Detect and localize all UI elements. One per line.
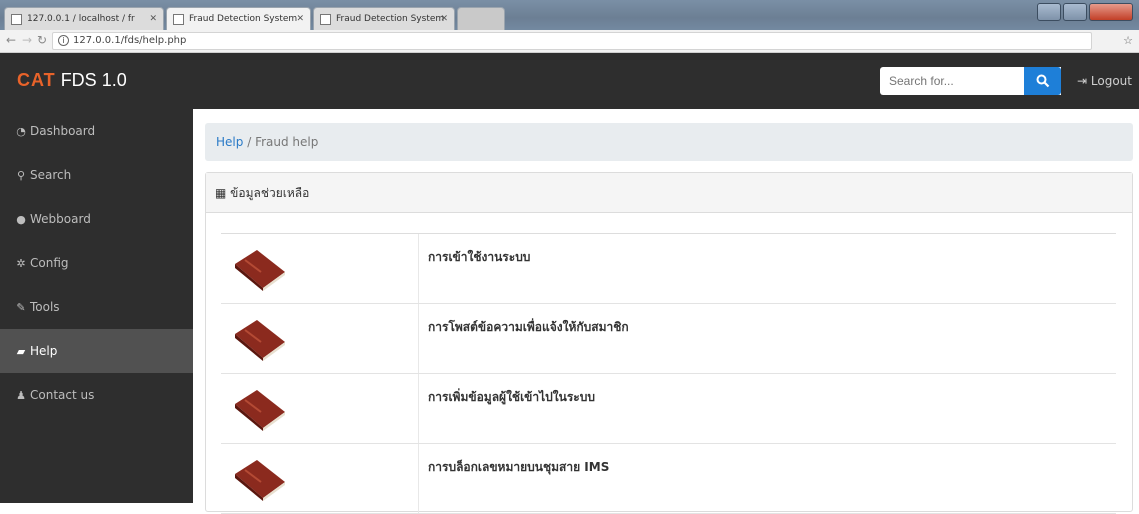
help-table: การเข้าใช้งานระบบ การโพสต์ข้อความเพื่อแจ… [221, 233, 1116, 514]
search-button[interactable] [1024, 67, 1061, 95]
search-icon [1036, 74, 1049, 88]
sidebar-item-label: Webboard [30, 212, 91, 226]
help-item-label[interactable]: การเพิ่มข้อมูลผู้ใช้เข้าไปในระบบ [428, 388, 595, 407]
book-icon [235, 390, 285, 431]
brand-logo: CAT [17, 70, 56, 90]
browser-tab-fds-active[interactable]: Fraud Detection System ✕ [166, 7, 311, 30]
brand-name: FDS 1.0 [60, 70, 127, 90]
tab-page-icon [320, 14, 331, 25]
tab-close-icon[interactable]: ✕ [440, 8, 448, 30]
sidebar-item-webboard[interactable]: ● Webboard [0, 197, 193, 241]
browser-tab-phpmyadmin[interactable]: 127.0.0.1 / localhost / fr ✕ [4, 7, 164, 30]
logout-label: Logout [1090, 74, 1132, 88]
browser-tab-fds[interactable]: Fraud Detection System ✕ [313, 7, 455, 30]
panel-title: ข้อมูลช่วยเหลือ [230, 186, 310, 200]
sidebar: ◔ Dashboard ⚲ Search ● Webboard ✲ Config ✎ To… [0, 109, 193, 503]
book-icon [235, 320, 285, 361]
sidebar-item-label: Tools [30, 300, 60, 314]
close-window-button[interactable] [1089, 3, 1133, 21]
sidebar-item-label: Dashboard [30, 124, 96, 138]
top-navbar: CAT FDS 1.0 ⇥ Logout [0, 53, 1139, 109]
help-item-label[interactable]: การบล็อกเลขหมายบนชุมสาย IMS [428, 458, 609, 477]
new-tab-button[interactable] [457, 7, 505, 30]
brand[interactable]: CAT FDS 1.0 [17, 70, 127, 91]
sidebar-item-config[interactable]: ✲ Config [0, 241, 193, 285]
tab-title: Fraud Detection System [336, 14, 445, 24]
dashboard-icon: ◔ [16, 125, 26, 138]
help-panel: ▦ ข้อมูลช่วยเหลือ การเข้าใช้งานระบบ การโ… [205, 172, 1133, 514]
help-item-row[interactable]: การโพสต์ข้อความเพื่อแจ้งให้กับสมาชิก [221, 304, 1116, 374]
book-cell [221, 304, 419, 373]
sidebar-item-help[interactable]: ▰ Help [0, 329, 193, 373]
sidebar-item-search[interactable]: ⚲ Search [0, 153, 193, 197]
gear-icon: ✲ [16, 257, 26, 270]
info-icon[interactable]: i [58, 35, 69, 46]
wrench-icon: ✎ [16, 301, 26, 314]
tab-title: Fraud Detection System [189, 14, 298, 24]
search-icon: ⚲ [16, 169, 26, 182]
book-icon: ▰ [16, 345, 26, 358]
url-input[interactable]: i 127.0.0.1/fds/help.php [52, 32, 1092, 50]
panel-header: ▦ ข้อมูลช่วยเหลือ [206, 173, 1132, 213]
table-icon: ▦ [215, 186, 227, 200]
sidebar-item-label: Search [30, 168, 72, 182]
breadcrumb-current: Fraud help [255, 135, 319, 149]
help-item-label[interactable]: การเข้าใช้งานระบบ [428, 248, 530, 267]
minimize-button[interactable] [1037, 3, 1061, 21]
breadcrumb-separator: / [247, 135, 252, 149]
help-item-row[interactable]: การเข้าใช้งานระบบ [221, 234, 1116, 304]
help-item-label[interactable]: การโพสต์ข้อความเพื่อแจ้งให้กับสมาชิก [428, 318, 629, 337]
bookmark-star-icon[interactable]: ☆ [1123, 34, 1133, 47]
reload-icon[interactable]: ↻ [37, 33, 47, 47]
maximize-button[interactable] [1063, 3, 1087, 21]
tab-close-icon[interactable]: ✕ [296, 8, 304, 30]
book-icon [235, 460, 285, 501]
logout-button[interactable]: ⇥ Logout [1077, 74, 1132, 88]
sidebar-item-label: Help [30, 344, 58, 358]
help-item-row[interactable]: การเพิ่มข้อมูลผู้ใช้เข้าไปในระบบ [221, 374, 1116, 444]
window-controls [1037, 3, 1133, 21]
user-icon: ♟ [16, 389, 26, 402]
comment-icon: ● [16, 213, 26, 226]
book-cell [221, 374, 419, 443]
breadcrumb-link-help[interactable]: Help [216, 135, 243, 149]
browser-address-bar: ← → ↻ i 127.0.0.1/fds/help.php ☆ [0, 30, 1139, 53]
sidebar-item-label: Config [30, 256, 69, 270]
tab-title: 127.0.0.1 / localhost / fr [27, 14, 135, 24]
book-cell [221, 234, 419, 303]
sidebar-item-tools[interactable]: ✎ Tools [0, 285, 193, 329]
sidebar-item-dashboard[interactable]: ◔ Dashboard [0, 109, 193, 153]
browser-tab-bar: 127.0.0.1 / localhost / fr ✕ Fraud Detec… [0, 0, 1139, 30]
sidebar-item-label: Contact us [30, 388, 95, 402]
help-item-row[interactable]: การบล็อกเลขหมายบนชุมสาย IMS [221, 444, 1116, 514]
book-icon [235, 250, 285, 291]
logout-icon: ⇥ [1077, 74, 1088, 88]
url-text: 127.0.0.1/fds/help.php [73, 35, 187, 46]
back-arrow-icon[interactable]: ← [6, 33, 16, 47]
tab-favicon-icon [11, 14, 22, 25]
tab-page-icon [173, 14, 184, 25]
forward-arrow-icon[interactable]: → [22, 33, 32, 47]
tab-close-icon[interactable]: ✕ [149, 8, 157, 30]
sidebar-item-contact-us[interactable]: ♟ Contact us [0, 373, 193, 417]
breadcrumb: Help / Fraud help [205, 123, 1133, 161]
